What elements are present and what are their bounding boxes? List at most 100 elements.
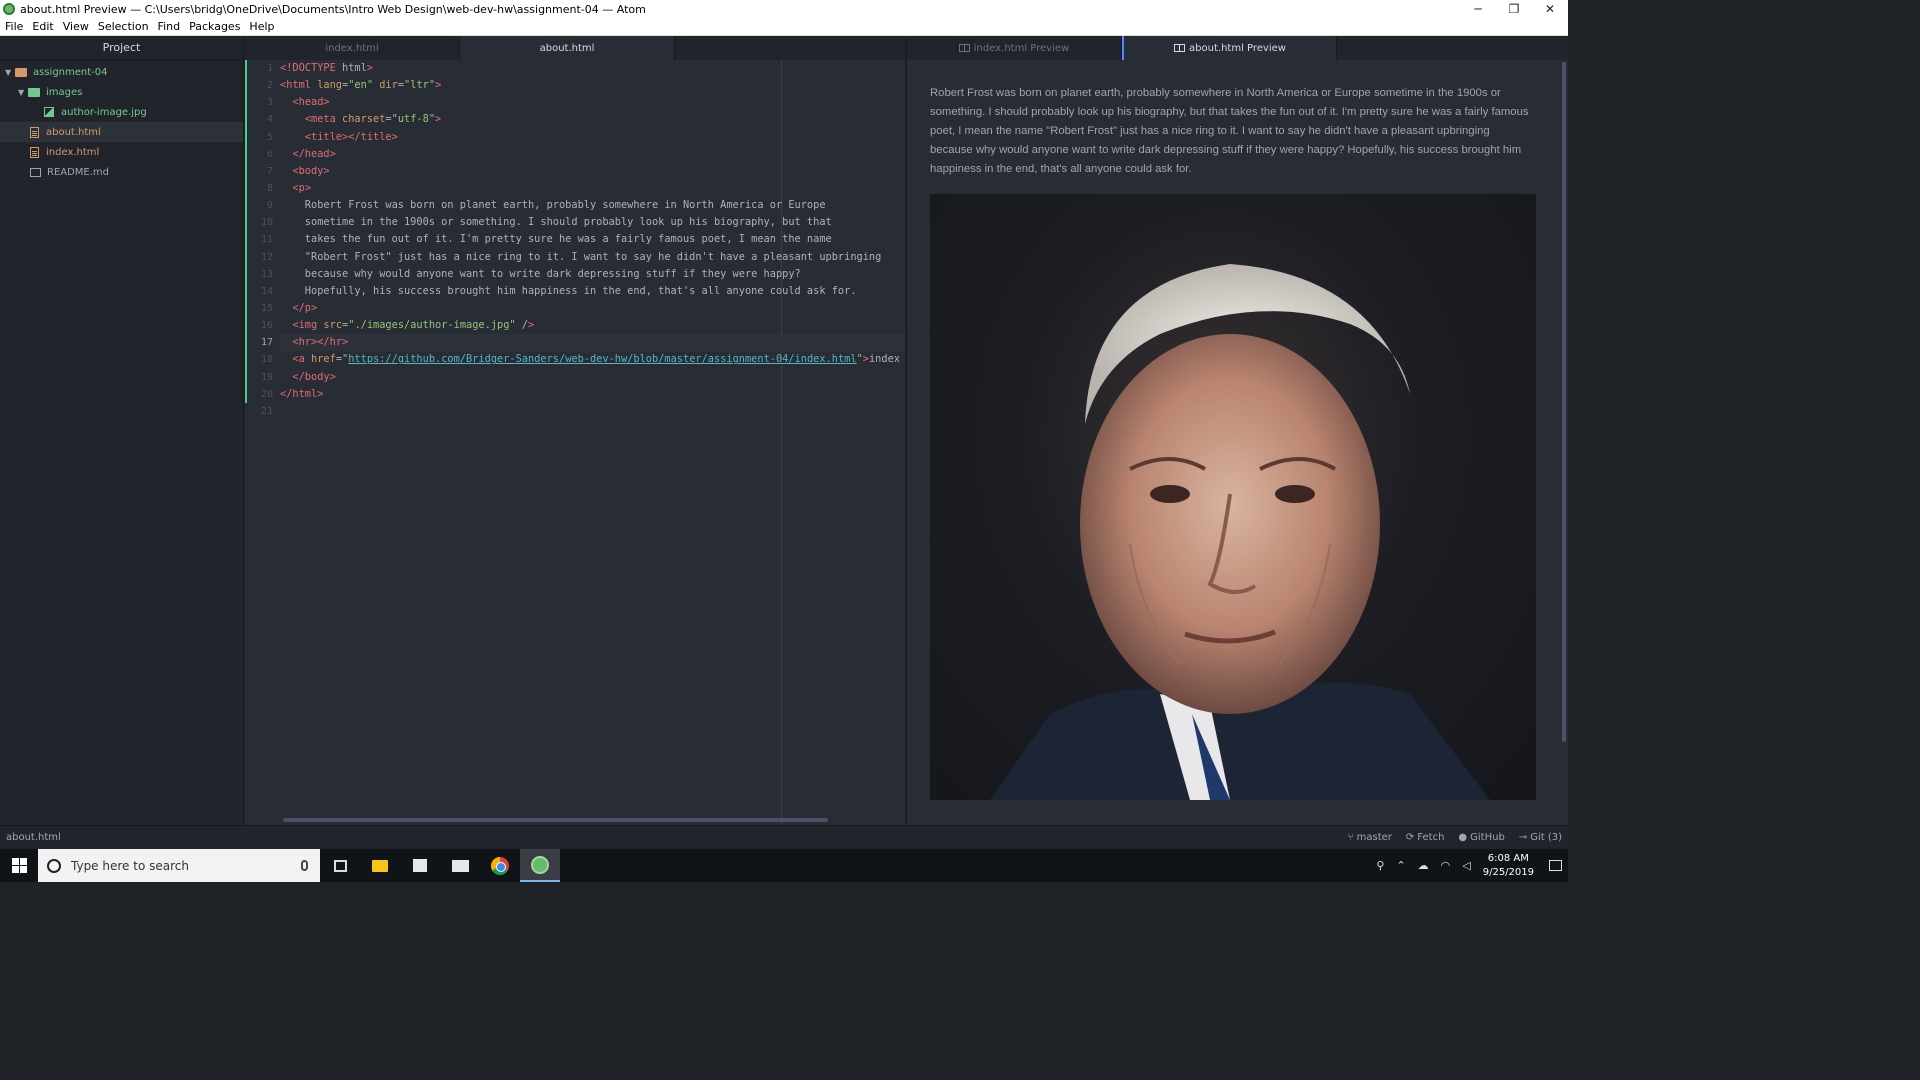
code-editor[interactable]: 1 2 3 4 5 6 7 8 9 10 11 12 13 14 15 16 17 18 19 20 21 <!DOCT… [245,60,905,825]
horizontal-scrollbar[interactable] [283,818,828,822]
tab-index-html[interactable]: index.html [245,36,460,60]
github-label: GitHub [1470,832,1505,843]
code-line[interactable]: <head> [280,94,905,111]
git-label: Git (3) [1530,832,1562,843]
store-button[interactable] [400,849,440,882]
action-center-button[interactable] [1542,849,1568,882]
chevron-down-icon: ▼ [18,87,25,97]
tree-file-about[interactable]: about.html [0,122,243,142]
line-number: 18 [260,354,273,366]
code-line[interactable]: takes the fun out of it. I'm pretty sure… [280,231,905,248]
line-number: 3 [266,97,273,109]
line-number: 10 [260,217,273,229]
maximize-button[interactable]: ❐ [1496,2,1532,16]
tree-file-author-image[interactable]: author-image.jpg [0,102,243,122]
wifi-icon[interactable]: ◠ [1441,859,1451,872]
menu-file[interactable]: File [5,20,23,33]
status-file-path[interactable]: about.html [6,832,61,843]
menu-packages[interactable]: Packages [189,20,240,33]
book-icon [958,44,970,52]
start-button[interactable] [0,849,38,882]
tree-file-readme[interactable]: README.md [0,162,243,182]
code-line[interactable]: </p> [280,300,905,317]
atom-logo-icon [3,3,15,15]
window-title: about.html Preview — C:\Users\bridg\OneD… [20,2,646,16]
code-line[interactable]: <html lang="en" dir="ltr"> [280,77,905,94]
search-placeholder: Type here to search [71,858,189,873]
code-line[interactable]: sometime in the 1900s or something. I sh… [280,214,905,231]
onedrive-icon[interactable]: ☁ [1418,859,1429,872]
line-number: 9 [266,200,273,212]
line-number-gutter: 1 2 3 4 5 6 7 8 9 10 11 12 13 14 15 16 17 18 19 20 21 [247,60,273,420]
fetch-button[interactable]: ⟳ Fetch [1406,832,1445,843]
menu-edit[interactable]: Edit [32,20,53,33]
portrait-illustration [990,264,1490,800]
sync-icon: ⟳ [1405,832,1415,843]
chevron-up-icon[interactable]: ⌃ [1396,859,1405,872]
tree-file-index[interactable]: index.html [0,142,243,162]
markdown-preview-pane[interactable]: Robert Frost was born on planet earth, p… [906,60,1568,825]
tree-folder-label: assignment-04 [33,66,108,78]
chrome-icon [491,856,509,875]
menu-selection[interactable]: Selection [98,20,149,33]
code-line[interactable]: <img src="./images/author-image.jpg" /> [280,317,905,334]
cortana-icon [47,858,61,873]
task-view-button[interactable] [320,849,360,882]
image-file-icon [44,107,54,117]
microphone-icon[interactable] [301,860,308,871]
tree-folder-images[interactable]: ▼ images [0,82,243,102]
menu-find[interactable]: Find [158,20,181,33]
code-line[interactable]: <meta charset="utf-8"> [280,111,905,128]
code-line[interactable]: Hopefully, his success brought him happi… [280,283,905,300]
menu-help[interactable]: Help [249,20,274,33]
system-tray: ⚲ ⌃ ☁ ◠ ◁ 6:08 AM 9/25/2019 [1370,849,1568,882]
code-line[interactable]: </html> [280,386,905,403]
file-icon [30,146,39,158]
github-button[interactable]: ● GitHub [1458,832,1504,843]
code-line[interactable]: <!DOCTYPE html> [280,60,905,77]
atom-taskbar-button[interactable] [520,849,560,882]
git-branch-button[interactable]: ⑂ master [1348,832,1392,843]
book-icon [30,167,41,177]
line-number: 15 [260,302,273,314]
code-line[interactable]: <body> [280,163,905,180]
code-line[interactable]: </body> [280,369,905,386]
code-line[interactable]: <a href="https://github.com/Bridger-Sand… [280,351,905,368]
preview-paragraph: Robert Frost was born on planet earth, p… [930,87,1529,175]
folder-icon [28,87,40,97]
window-titlebar: about.html Preview — C:\Users\bridg\OneD… [0,0,1568,18]
line-number: 8 [266,182,273,194]
code-line[interactable]: Robert Frost was born on planet earth, p… [280,197,905,214]
tab-label: about.html Preview [1189,42,1286,54]
minimize-button[interactable]: ─ [1460,2,1496,16]
file-explorer-button[interactable] [360,849,400,882]
taskbar-search-box[interactable]: Type here to search [38,849,320,882]
code-line[interactable]: <hr></hr> [280,334,905,352]
tab-about-preview[interactable]: about.html Preview [1122,36,1337,60]
tab-index-preview[interactable]: index.html Preview [907,36,1122,60]
people-icon[interactable]: ⚲ [1376,859,1384,872]
mail-button[interactable] [440,849,480,882]
status-bar: about.html ⑂ master ⟳ Fetch ● GitHub ⊸ G… [0,825,1568,849]
vertical-scrollbar[interactable] [1562,62,1566,742]
chrome-button[interactable] [480,849,520,882]
code-line[interactable]: </head> [280,146,905,163]
fetch-label: Fetch [1417,832,1445,843]
tab-label: index.html Preview [973,42,1070,54]
tree-folder-assignment-04[interactable]: ▼ assignment-04 [0,62,243,82]
tab-about-html[interactable]: about.html [460,36,675,60]
code-line[interactable] [280,403,905,420]
tree-file-label: index.html [46,146,100,158]
store-icon [413,859,427,872]
taskbar-clock[interactable]: 6:08 AM 9/25/2019 [1483,852,1534,880]
code-line[interactable]: "Robert Frost" just has a nice ring to i… [280,249,905,266]
code-line[interactable]: <p> [280,180,905,197]
volume-icon[interactable]: ◁ [1462,859,1470,872]
menu-view[interactable]: View [63,20,89,33]
windows-taskbar: Type here to search ⚲ ⌃ ☁ ◠ ◁ 6:08 AM 9/… [0,849,1568,882]
code-lines[interactable]: <!DOCTYPE html> <html lang="en" dir="ltr"… [280,60,905,420]
close-button[interactable]: ✕ [1532,2,1568,16]
git-panel-button[interactable]: ⊸ Git (3) [1519,832,1562,843]
code-line[interactable]: because why would anyone want to write d… [280,266,905,283]
code-line[interactable]: <title></title> [280,129,905,146]
